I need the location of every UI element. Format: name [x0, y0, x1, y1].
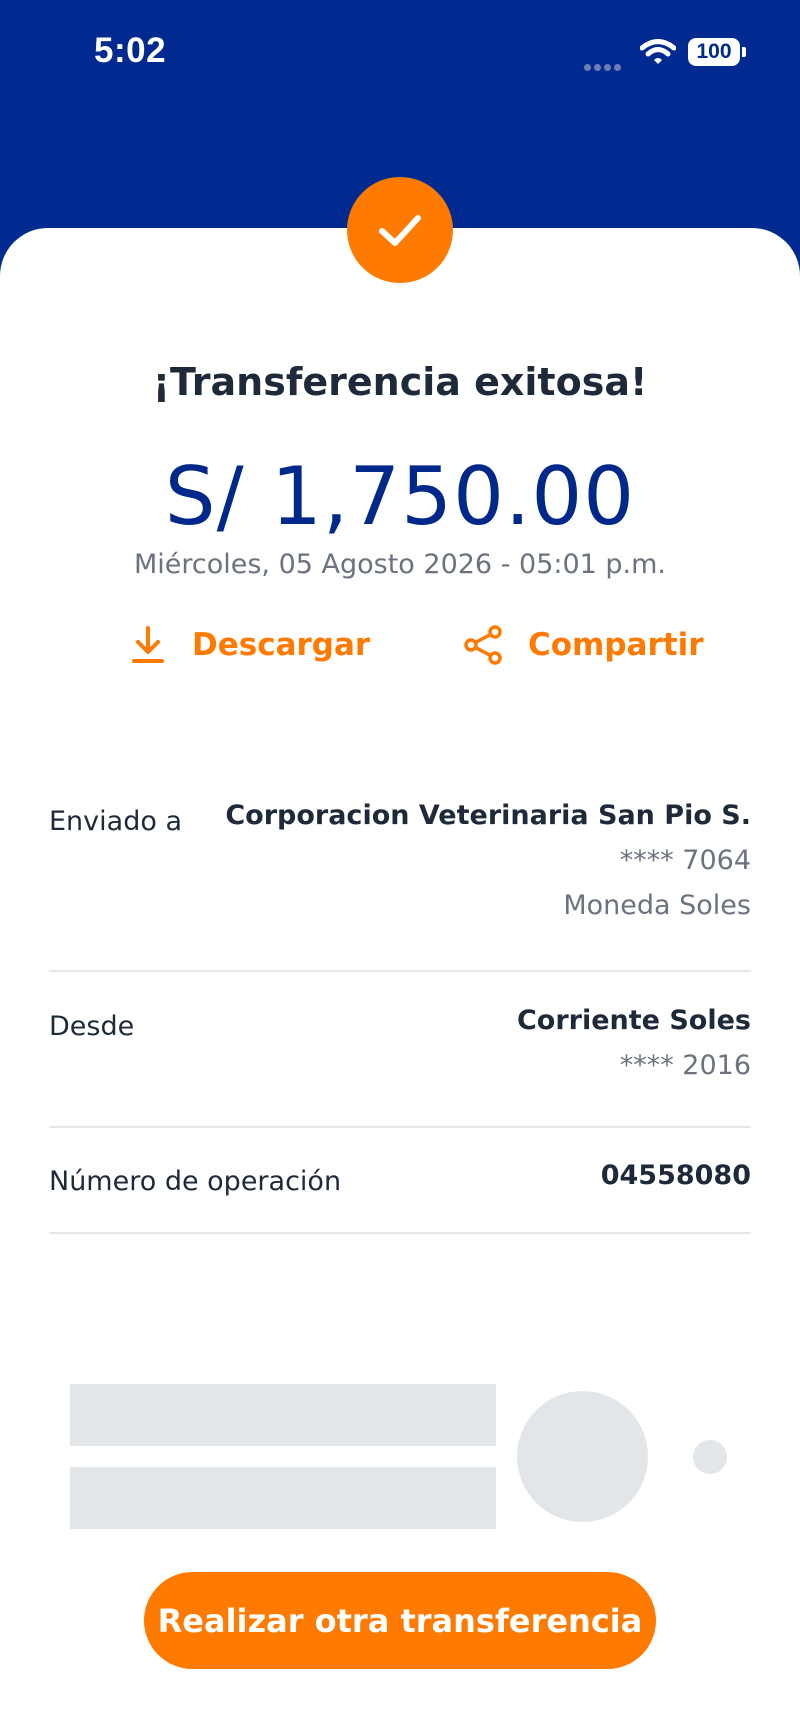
- detail-label: Desde: [49, 1011, 135, 1042]
- detail-row-operation: Número de operación 04558080: [49, 1160, 751, 1234]
- detail-row-recipient: Enviado a Corporacion Veterinaria San Pi…: [49, 800, 751, 972]
- ad-placeholder-bar: [70, 1384, 496, 1446]
- battery-level: 100: [688, 38, 740, 66]
- transfer-date: Miércoles, 05 Agosto 2026 - 05:01 p.m.: [133, 549, 667, 580]
- operation-values: 04558080: [601, 1160, 751, 1191]
- status-bar: 5:02 100: [0, 0, 800, 110]
- detail-label: Enviado a: [49, 806, 182, 837]
- ad-placeholder-bar: [70, 1467, 496, 1529]
- source-account-type: Corriente Soles: [516, 1005, 751, 1036]
- download-button[interactable]: Descargar: [126, 620, 370, 670]
- status-time: 5:02: [94, 31, 167, 70]
- share-button[interactable]: Compartir: [462, 620, 703, 670]
- share-icon: [462, 623, 506, 667]
- source-values: Corriente Soles **** 2016: [517, 1005, 751, 1081]
- new-transfer-button[interactable]: Realizar otra transferencia: [144, 1572, 656, 1669]
- battery-icon: 100: [688, 38, 748, 68]
- recipient-currency: Moneda Soles: [563, 890, 751, 921]
- transfer-amount: S/ 1,750.00: [164, 450, 636, 543]
- ad-placeholder-dot: [693, 1440, 727, 1474]
- detail-label: Número de operación: [49, 1166, 342, 1197]
- ad-placeholder-image: [517, 1391, 648, 1522]
- signal-icon: [584, 56, 626, 71]
- operation-number: 04558080: [600, 1160, 751, 1191]
- detail-row-source: Desde Corriente Soles **** 2016: [49, 1005, 751, 1128]
- download-icon: [126, 623, 170, 667]
- source-account: **** 2016: [619, 1050, 751, 1081]
- recipient-values: Corporacion Veterinaria San Pio S. **** …: [225, 800, 751, 921]
- download-label: Descargar: [192, 627, 371, 663]
- check-icon: [347, 177, 453, 283]
- page-title: ¡Transferencia exitosa!: [152, 360, 648, 404]
- wifi-icon: [639, 38, 677, 66]
- recipient-name: Corporacion Veterinaria San Pio S.: [225, 800, 751, 831]
- share-label: Compartir: [528, 627, 704, 663]
- recipient-account: **** 7064: [619, 845, 751, 876]
